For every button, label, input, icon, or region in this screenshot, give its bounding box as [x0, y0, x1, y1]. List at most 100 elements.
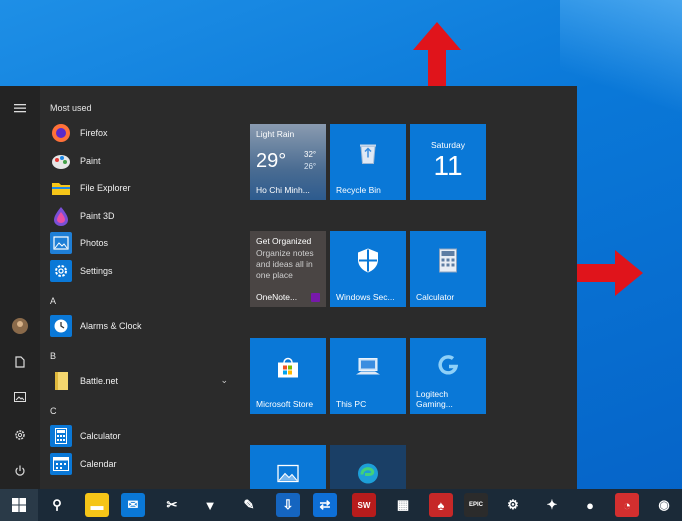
app-label: Firefox — [80, 128, 108, 138]
app-label: Battle.net — [80, 376, 119, 386]
epic-games-icon[interactable]: EPIC — [464, 493, 488, 517]
app-paint-3d[interactable]: Paint 3D — [50, 204, 240, 228]
app-label: Photos — [80, 238, 109, 248]
paint-icon — [50, 150, 72, 172]
gear-icon — [50, 260, 72, 282]
app-label: Settings — [80, 266, 113, 276]
onenote-tile[interactable]: Get Organized Organize notes and ideas a… — [250, 231, 326, 307]
microsoft-store-tile[interactable]: Microsoft Store — [250, 338, 326, 414]
calendar-tile[interactable]: Saturday 11 — [410, 124, 486, 200]
app-calculator[interactable]: Calculator — [50, 424, 240, 448]
app-settings[interactable]: Settings — [50, 259, 240, 283]
tile-label: Recycle Bin — [336, 185, 381, 195]
snipping-icon[interactable]: ✂ — [160, 493, 184, 517]
app-file-explorer[interactable]: File Explorer — [50, 176, 240, 200]
power-icon[interactable] — [6, 457, 34, 485]
paint-brush-icon[interactable]: ✎ — [237, 493, 261, 517]
app-label: Calendar — [80, 459, 117, 469]
tile-label: Logitech Gaming... — [416, 389, 453, 409]
onenote-icon — [311, 293, 320, 302]
tile-label: Windows Sec... — [336, 292, 395, 302]
edge-icon — [357, 462, 379, 489]
this-pc-tile[interactable]: This PC — [330, 338, 406, 414]
pictures-icon[interactable] — [6, 383, 34, 411]
calendar-date: 11 — [433, 150, 463, 181]
folder-icon — [50, 370, 72, 392]
tile-label: OneNote... — [256, 292, 298, 302]
game-icon[interactable]: ♠ — [429, 493, 453, 517]
section-letter-c[interactable]: C — [50, 406, 57, 416]
chevron-down-icon[interactable]: ⌄ — [220, 375, 228, 386]
bird-icon[interactable]: ✦ — [540, 493, 564, 517]
puzzle-icon[interactable]: ▦ — [391, 493, 415, 517]
computer-icon — [356, 357, 380, 382]
windows-logo-icon — [12, 498, 26, 512]
weather-low: 26° — [304, 162, 317, 171]
store-bag-icon — [277, 356, 299, 383]
file-explorer-icon[interactable]: ▬ — [85, 493, 109, 517]
calendar-icon — [50, 453, 72, 475]
hamburger-menu-icon[interactable] — [6, 94, 34, 122]
photos-icon — [277, 464, 299, 487]
usb-icon[interactable]: ⇩ — [276, 493, 300, 517]
app-photos[interactable]: Photos — [50, 231, 240, 255]
section-letter-a[interactable]: A — [50, 296, 56, 306]
app-battlenet[interactable]: Battle.net ⌄ — [50, 369, 240, 393]
weather-tile[interactable]: Light Rain 29° 32° 26° Ho Chi Minh... — [250, 124, 326, 200]
desktop: { "rail": { "hamburger": "≡", "avatar": … — [0, 0, 682, 521]
paint3d-icon — [50, 205, 72, 227]
edge-tile[interactable] — [330, 445, 406, 489]
speed-icon[interactable]: ◔ — [615, 493, 639, 517]
app-label: Paint — [80, 156, 101, 166]
mail-icon[interactable]: ✉ — [121, 493, 145, 517]
start-menu: Most used Firefox Paint File Explorer Pa… — [0, 86, 577, 489]
app-label: File Explorer — [80, 183, 131, 193]
documents-icon[interactable] — [6, 348, 34, 376]
shield-icon — [357, 247, 379, 278]
settings-icon[interactable] — [6, 421, 34, 449]
logitech-gaming-tile[interactable]: Logitech Gaming... — [410, 338, 486, 414]
calculator-tile[interactable]: Calculator — [410, 231, 486, 307]
calculator-icon — [439, 248, 457, 277]
teamviewer-icon[interactable]: ⇄ — [313, 493, 337, 517]
sw-icon[interactable]: SW — [352, 493, 376, 517]
windows-security-tile[interactable]: Windows Sec... — [330, 231, 406, 307]
app-label: Alarms & Clock — [80, 321, 142, 331]
tile-label: Calculator — [416, 292, 455, 302]
photos-tile[interactable] — [250, 445, 326, 489]
calculator-icon — [50, 425, 72, 447]
app-alarms-clock[interactable]: Alarms & Clock — [50, 314, 240, 338]
origin-icon[interactable]: ● — [578, 493, 602, 517]
logitech-icon — [438, 354, 459, 379]
search-icon[interactable]: ⚲ — [45, 493, 69, 517]
start-button[interactable] — [0, 489, 38, 521]
tile-label: This PC — [336, 399, 367, 409]
user-avatar[interactable] — [6, 312, 34, 340]
tile-label: Microsoft Store — [256, 399, 314, 409]
weather-temperature: 29° — [256, 150, 287, 172]
section-letter-b[interactable]: B — [50, 351, 56, 361]
photos-icon — [50, 232, 72, 254]
desktop-wallpaper-glow — [560, 0, 682, 120]
app-label: Calculator — [80, 431, 121, 441]
app-list: Most used Firefox Paint File Explorer Pa… — [40, 86, 245, 489]
vlc-icon[interactable]: ▼ — [198, 493, 222, 517]
calendar-day: Saturday — [430, 140, 466, 150]
weather-high: 32° — [304, 150, 317, 159]
firefox-icon — [50, 122, 72, 144]
steam-icon[interactable]: ⚙ — [501, 493, 525, 517]
app-paint[interactable]: Paint — [50, 149, 240, 173]
weather-condition: Light Rain — [256, 129, 295, 139]
app-label: Paint 3D — [80, 211, 115, 221]
recycle-bin-icon — [358, 141, 378, 170]
taskbar: ⚲ ▬ ✉ ✂ ▼ ✎ ⇩ ⇄ SW ▦ ♠ EPIC ⚙ ✦ ● ◔ ◉ — [0, 489, 682, 521]
chrome-icon[interactable]: ◉ — [652, 493, 676, 517]
clock-icon — [50, 315, 72, 337]
onenote-title: Get Organized — [256, 236, 312, 246]
start-rail — [0, 86, 40, 489]
app-calendar[interactable]: Calendar — [50, 452, 240, 476]
onenote-body: Organize notes and ideas all in one plac… — [256, 248, 314, 280]
most-used-header: Most used — [50, 103, 92, 113]
app-firefox[interactable]: Firefox — [50, 121, 240, 145]
recycle-bin-tile[interactable]: Recycle Bin — [330, 124, 406, 200]
